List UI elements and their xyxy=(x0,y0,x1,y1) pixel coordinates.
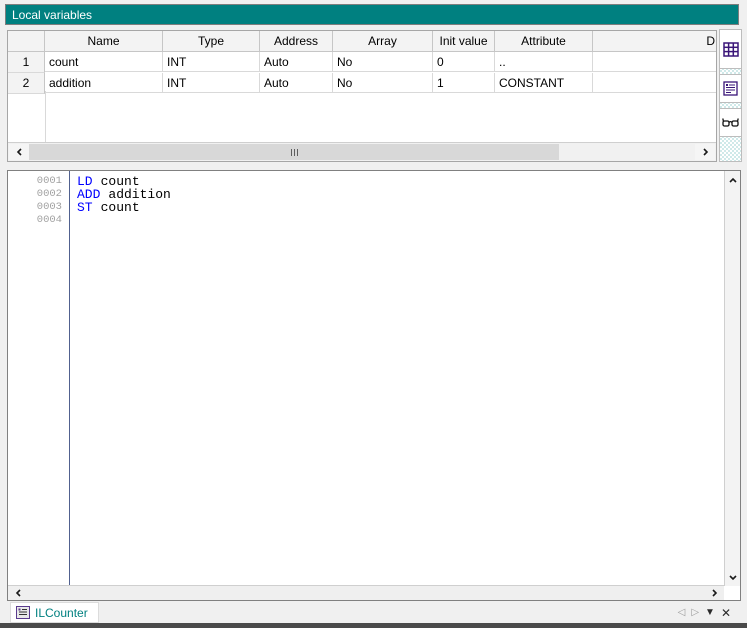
scroll-right-button[interactable] xyxy=(705,586,723,599)
variable-grid: Name Type Address Array Init value Attri… xyxy=(8,31,716,94)
tab-menu-button[interactable]: ▼ xyxy=(705,607,715,618)
scroll-left-button[interactable] xyxy=(9,586,27,599)
column-header-rownum[interactable] xyxy=(8,31,45,52)
bottom-edge xyxy=(0,623,747,628)
scroll-up-button[interactable] xyxy=(725,173,740,187)
cell-init-value[interactable]: 0 xyxy=(433,52,495,72)
chevron-left-icon xyxy=(15,589,22,597)
tab-ilcounter[interactable]: ILCounter xyxy=(10,602,99,623)
panel-root: { "panel": { "title": "Local variables" … xyxy=(0,0,747,628)
column-header-init-value[interactable]: Init value xyxy=(433,31,495,52)
scroll-right-button[interactable] xyxy=(695,144,715,160)
line-number: 0004 xyxy=(8,214,67,227)
table-view-button[interactable] xyxy=(720,30,741,69)
document-view-button[interactable] xyxy=(720,74,741,103)
cell-name[interactable]: addition xyxy=(45,73,163,93)
cell-array[interactable]: No xyxy=(333,52,433,72)
line-number: 0003 xyxy=(8,201,67,214)
row-number[interactable]: 1 xyxy=(8,52,45,73)
tab-label: ILCounter xyxy=(35,606,88,620)
editor-vertical-scrollbar[interactable] xyxy=(724,171,740,586)
cell-type[interactable]: INT xyxy=(163,73,260,93)
cell-init-value[interactable]: 1 xyxy=(433,73,495,93)
scroll-left-button[interactable] xyxy=(9,144,29,160)
code-lines: 0001 LD count 0002 ADD addition 0003 ST … xyxy=(8,175,724,227)
cell-address[interactable]: Auto xyxy=(260,52,333,72)
il-code-editor[interactable]: 0001 LD count 0002 ADD addition 0003 ST … xyxy=(7,170,741,601)
line-number: 0002 xyxy=(8,188,67,201)
cell-address[interactable]: Auto xyxy=(260,73,333,93)
tab-scroll-right-button[interactable]: ▷ xyxy=(691,607,699,618)
code-area[interactable]: 0001 LD count 0002 ADD addition 0003 ST … xyxy=(8,171,724,586)
rownum-column-divider xyxy=(45,91,46,143)
cell-type[interactable]: INT xyxy=(163,52,260,72)
chevron-down-icon xyxy=(729,574,737,581)
cell-description[interactable] xyxy=(593,52,716,72)
chevron-right-icon xyxy=(711,589,718,597)
line-number: 0001 xyxy=(8,175,67,188)
panel-title: Local variables xyxy=(12,8,92,22)
column-header-address[interactable]: Address xyxy=(260,31,333,52)
find-button[interactable] xyxy=(720,108,741,137)
code-line[interactable]: 0004 xyxy=(8,214,724,227)
cell-attribute[interactable]: .. xyxy=(495,52,593,72)
column-header-attribute[interactable]: Attribute xyxy=(495,31,593,52)
tab-scroll-left-button[interactable]: ◁ xyxy=(678,607,686,618)
il-operand: count xyxy=(101,201,140,214)
glasses-icon xyxy=(722,117,739,129)
panel-title-bar: Local variables xyxy=(5,4,739,25)
chevron-right-icon xyxy=(702,148,709,156)
tab-close-button[interactable]: ✕ xyxy=(721,606,731,620)
chevron-left-icon xyxy=(16,148,23,156)
thumb-grip xyxy=(297,149,298,156)
column-header-array[interactable]: Array xyxy=(333,31,433,52)
document-lines-icon xyxy=(16,606,30,619)
chevron-up-icon xyxy=(729,177,737,184)
side-toolbar xyxy=(719,29,742,162)
document-tab-bar: ILCounter ◁ ▷ ▼ ✕ xyxy=(0,602,747,623)
thumb-grip xyxy=(291,149,292,156)
cell-array[interactable]: No xyxy=(333,73,433,93)
row-number[interactable]: 2 xyxy=(8,73,45,94)
tab-controls: ◁ ▷ ▼ ✕ xyxy=(678,602,731,623)
il-keyword: ST xyxy=(77,201,93,214)
code-line[interactable]: 0003 ST count xyxy=(8,201,724,214)
table-grid-icon xyxy=(723,42,739,57)
document-lines-icon xyxy=(723,81,738,96)
editor-horizontal-scrollbar[interactable] xyxy=(8,585,724,600)
table-horizontal-scrollbar[interactable] xyxy=(8,142,716,161)
scroll-down-button[interactable] xyxy=(725,570,740,584)
column-header-name[interactable]: Name xyxy=(45,31,163,52)
column-header-description-clipped[interactable]: D xyxy=(593,31,716,52)
thumb-grip xyxy=(294,149,295,156)
cell-name[interactable]: count xyxy=(45,52,163,72)
cell-attribute[interactable]: CONSTANT xyxy=(495,73,593,93)
column-header-type[interactable]: Type xyxy=(163,31,260,52)
local-variables-table: Name Type Address Array Init value Attri… xyxy=(7,30,717,162)
scrollbar-thumb[interactable] xyxy=(29,144,559,160)
gutter-separator xyxy=(69,171,70,586)
cell-description[interactable] xyxy=(593,73,716,93)
